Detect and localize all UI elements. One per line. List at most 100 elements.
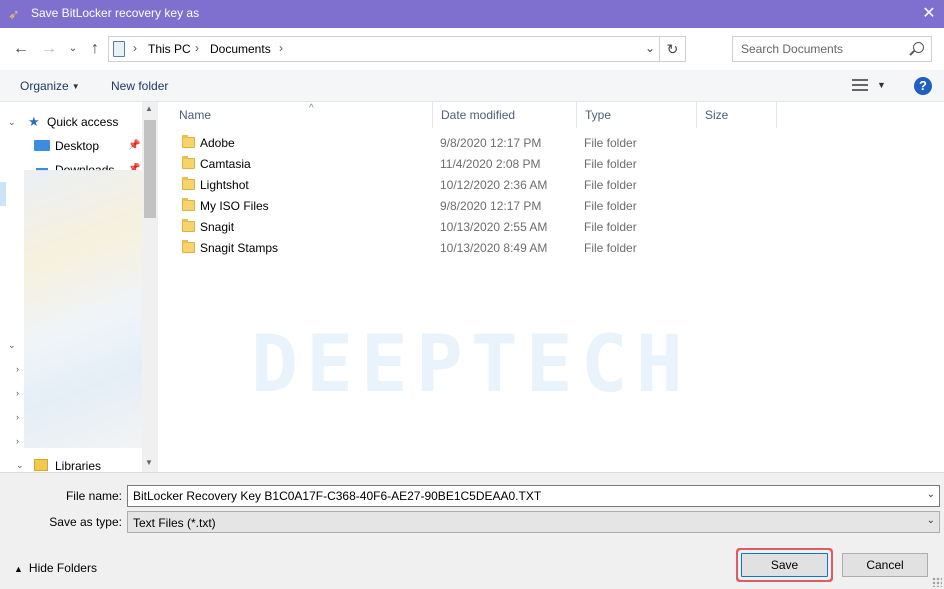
search-box[interactable] (732, 36, 932, 62)
file-name: Snagit (200, 220, 235, 234)
up-button[interactable]: ↑ (86, 40, 104, 58)
window-title: Save BitLocker recovery key as (31, 6, 200, 20)
this-pc-expand-chevron-icon[interactable]: ⌄ (8, 340, 16, 351)
file-name-dropdown-chevron-icon[interactable]: ⌄ (927, 489, 935, 500)
breadcrumb-this-pc[interactable]: This PC (148, 42, 191, 56)
file-date: 9/8/2020 12:17 PM (440, 136, 542, 150)
file-row[interactable]: Lightshot 10/12/2020 2:36 AM File folder (159, 175, 944, 196)
expand-chevron-icon[interactable]: › (16, 412, 19, 422)
save-as-type-value: Text Files (*.txt) (133, 516, 216, 530)
hide-folders-label: Hide Folders (28, 561, 97, 575)
folder-icon (182, 156, 195, 169)
libraries-icon (34, 459, 48, 471)
scroll-down-icon[interactable]: ▼ (145, 458, 153, 467)
file-date: 10/13/2020 8:49 AM (440, 241, 548, 255)
file-type: File folder (584, 241, 637, 255)
sort-ascending-icon: ^ (309, 103, 314, 114)
organize-caret-icon: ▼ (71, 82, 80, 91)
file-name: Adobe (200, 136, 235, 150)
save-form: File name: ⌄ Save as type: Text Files (*… (0, 472, 944, 589)
expand-chevron-icon[interactable]: › (16, 388, 19, 398)
cancel-button[interactable]: Cancel (842, 553, 928, 577)
chevron-up-icon: ▲ (14, 564, 23, 574)
column-header-name[interactable]: ^ Name (171, 102, 433, 128)
watermark: DEEPTECH (251, 320, 691, 410)
address-bar[interactable]: › This PC › Documents › ⌄ ↻ (108, 36, 686, 62)
view-options-caret-icon[interactable]: ▼ (877, 80, 886, 90)
resize-grip[interactable] (932, 577, 942, 587)
file-row[interactable]: Snagit Stamps 10/13/2020 8:49 AM File fo… (159, 238, 944, 259)
file-type: File folder (584, 157, 637, 171)
breadcrumb-separator-icon[interactable]: › (195, 41, 199, 55)
file-name-combobox[interactable]: ⌄ (127, 485, 940, 507)
folder-icon (182, 219, 195, 232)
save-as-type-label: Save as type: (49, 515, 122, 529)
file-name: Snagit Stamps (200, 241, 279, 255)
file-type: File folder (584, 220, 637, 234)
file-name: Lightshot (200, 178, 249, 192)
recent-locations-chevron-icon[interactable]: ⌄ (64, 40, 82, 58)
selected-item-highlight (0, 182, 6, 206)
pin-icon: 📌 (128, 140, 141, 151)
sidebar-item-quick-access[interactable]: Quick access (47, 115, 118, 129)
sidebar-item-desktop[interactable]: Desktop (55, 139, 99, 153)
file-row[interactable]: My ISO Files 9/8/2020 12:17 PM File fold… (159, 196, 944, 217)
organize-menu[interactable]: Organize ▼ (20, 79, 80, 93)
navigation-pane: ⌄ ★ Quick access Desktop 📌 Downloads 📌 ⌄… (0, 102, 158, 473)
refresh-button[interactable]: ↻ (659, 37, 685, 61)
file-name-input[interactable] (128, 486, 918, 506)
breadcrumb-separator-icon[interactable]: › (279, 41, 283, 55)
new-folder-button[interactable]: New folder (111, 79, 168, 93)
expand-chevron-icon[interactable]: › (16, 364, 19, 374)
file-type: File folder (584, 178, 637, 192)
breadcrumb-documents[interactable]: Documents (210, 42, 271, 56)
file-row[interactable]: Adobe 9/8/2020 12:17 PM File folder (159, 133, 944, 154)
close-button[interactable]: ✕ (914, 0, 944, 28)
search-icon[interactable] (913, 42, 924, 53)
folder-icon (182, 135, 195, 148)
save-as-type-dropdown-chevron-icon[interactable]: ⌄ (927, 515, 935, 526)
file-date: 10/12/2020 2:36 AM (440, 178, 548, 192)
back-button[interactable]: ← (12, 40, 30, 58)
column-header-type[interactable]: Type (577, 102, 697, 128)
libraries-expand-chevron-icon[interactable]: ⌄ (16, 460, 24, 471)
scrollbar-thumb[interactable] (144, 120, 156, 218)
file-type: File folder (584, 199, 637, 213)
breadcrumb-separator-icon[interactable]: › (133, 41, 137, 55)
folder-icon (182, 177, 195, 190)
file-list: ^ Name Date modified Type Size Adobe 9/8… (159, 102, 944, 472)
this-pc-icon (113, 41, 125, 57)
sidebar-item-libraries[interactable]: Libraries (55, 459, 101, 473)
column-header-date-modified[interactable]: Date modified (433, 102, 577, 128)
file-name: Camtasia (200, 157, 251, 171)
quick-access-expand-chevron-icon[interactable]: ⌄ (8, 117, 16, 128)
file-name: My ISO Files (200, 199, 269, 213)
file-row[interactable]: Camtasia 11/4/2020 2:08 PM File folder (159, 154, 944, 175)
expand-chevron-icon[interactable]: › (16, 436, 19, 446)
sidebar-scrollbar[interactable]: ▲ ▼ (142, 102, 158, 472)
quick-access-star-icon: ★ (28, 114, 40, 129)
file-date: 11/4/2020 2:08 PM (440, 157, 541, 171)
blurred-sidebar-region (24, 170, 144, 448)
help-button[interactable]: ? (914, 77, 932, 95)
view-options-icon[interactable] (852, 79, 868, 91)
save-button[interactable]: Save (741, 553, 828, 577)
search-input[interactable] (739, 38, 909, 60)
hide-folders-button[interactable]: ▲ Hide Folders (14, 561, 97, 575)
folder-icon (182, 240, 195, 253)
address-dropdown-chevron-icon[interactable]: ⌄ (645, 41, 655, 55)
desktop-icon (34, 140, 50, 151)
column-header-size[interactable]: Size (697, 102, 777, 128)
file-type: File folder (584, 136, 637, 150)
file-date: 10/13/2020 2:55 AM (440, 220, 548, 234)
save-as-type-select[interactable]: Text Files (*.txt) ⌄ (127, 511, 940, 533)
title-bar: ➶ Save BitLocker recovery key as ✕ (0, 0, 944, 28)
file-date: 9/8/2020 12:17 PM (440, 199, 542, 213)
scroll-up-icon[interactable]: ▲ (145, 104, 153, 113)
bitlocker-key-icon: ➶ (8, 6, 20, 22)
forward-button[interactable]: → (40, 40, 58, 58)
file-row[interactable]: Snagit 10/13/2020 2:55 AM File folder (159, 217, 944, 238)
organize-label: Organize (20, 79, 69, 93)
navigation-bar: ← → ⌄ ↑ › This PC › Documents › ⌄ ↻ (0, 28, 944, 70)
column-label-name: Name (179, 108, 212, 122)
